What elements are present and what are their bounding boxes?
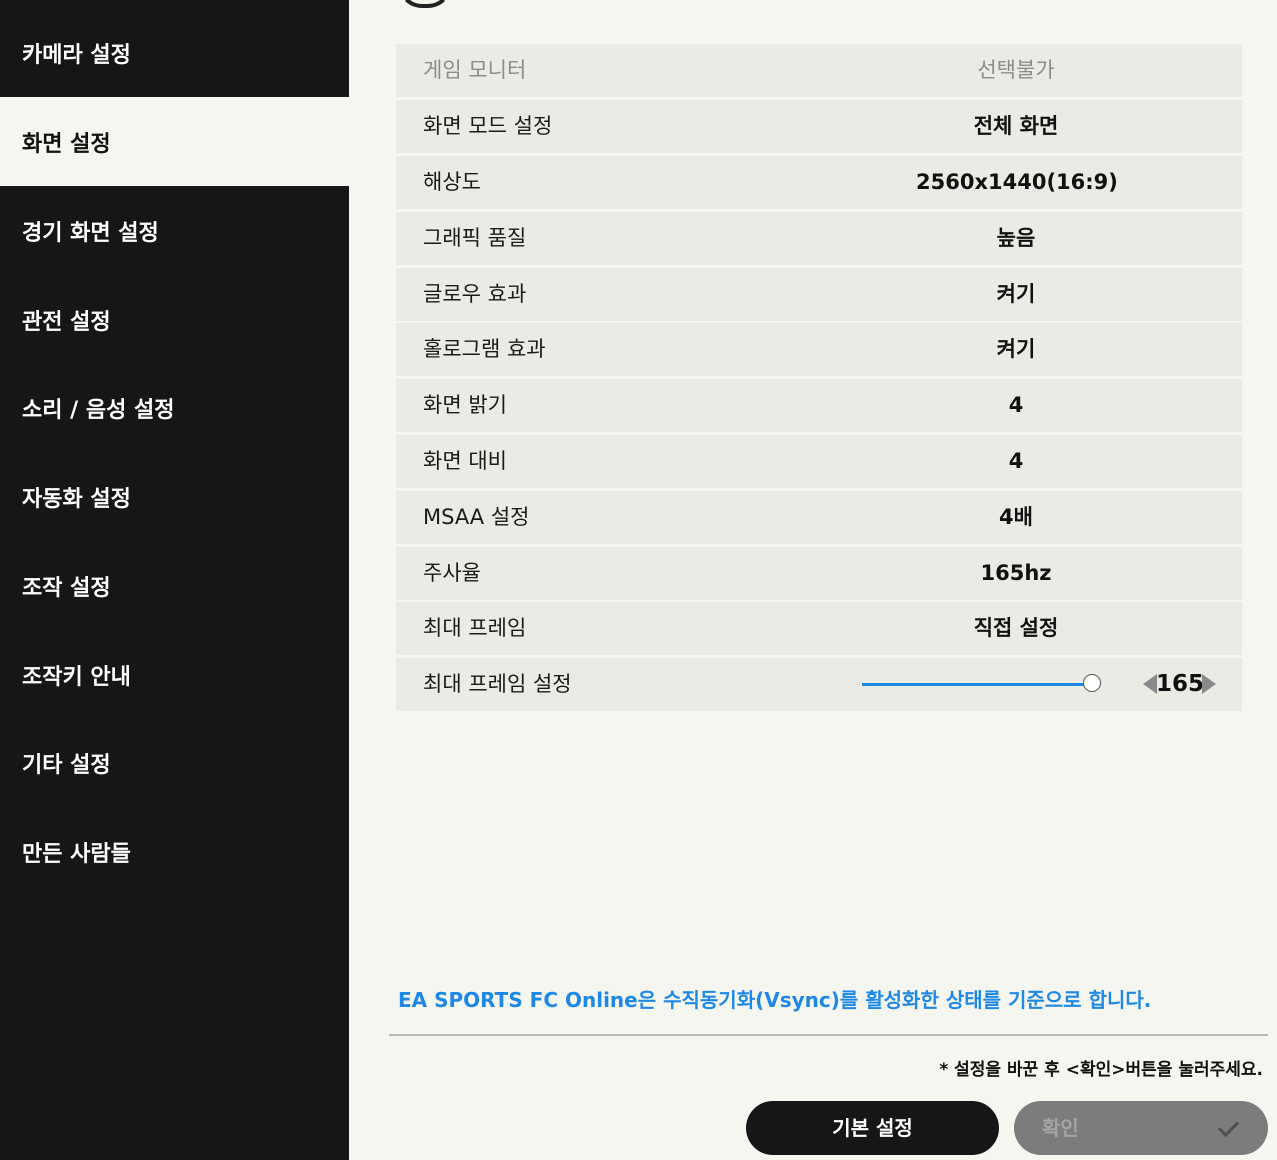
sidebar-item-controls[interactable]: 조작 설정 [0, 541, 349, 630]
setting-row-game-monitor: 게임 모니터 선택불가 [396, 44, 1242, 97]
setting-label: 게임 모니터 [423, 58, 527, 82]
increase-arrow-icon[interactable] [1202, 674, 1216, 694]
setting-row-msaa: MSAA 설정 4배 [396, 491, 1242, 544]
setting-value-select[interactable]: 4 [916, 379, 1116, 432]
sidebar-item-spectate[interactable]: 관전 설정 [0, 275, 349, 364]
frame-slider-thumb[interactable] [1083, 674, 1101, 692]
setting-row-glow: 글로우 효과 켜기 [396, 268, 1242, 321]
setting-label: 해상도 [423, 170, 481, 194]
sidebar-item-label: 카메라 설정 [22, 42, 131, 68]
sidebar-item-automation[interactable]: 자동화 설정 [0, 452, 349, 541]
confirm-button[interactable]: 확인 [1014, 1101, 1268, 1155]
vsync-note: EA SPORTS FC Online은 수직동기화(Vsync)를 활성화한 … [398, 988, 1152, 1012]
sidebar-item-label: 조작키 안내 [22, 664, 131, 690]
confirm-hint: * 설정을 바꾼 후 <확인>버튼을 눌러주세요. [939, 1060, 1263, 1080]
frame-slider-track[interactable] [862, 683, 1092, 686]
setting-value-select[interactable]: 켜기 [916, 268, 1116, 321]
setting-label: 최대 프레임 [423, 616, 527, 640]
setting-row-refresh-rate: 주사율 165hz [396, 547, 1242, 600]
setting-label: MSAA 설정 [423, 505, 530, 529]
sidebar-item-sound[interactable]: 소리 / 음성 설정 [0, 363, 349, 452]
setting-label: 화면 밝기 [423, 393, 507, 417]
setting-value-select[interactable]: 직접 설정 [916, 602, 1116, 655]
setting-label: 홀로그램 효과 [423, 337, 546, 361]
sidebar-item-label: 관전 설정 [22, 309, 111, 335]
setting-label: 화면 모드 설정 [423, 114, 553, 138]
setting-value-select[interactable]: 높음 [916, 212, 1116, 265]
default-settings-label: 기본 설정 [832, 1116, 913, 1140]
sidebar-item-match-display[interactable]: 경기 화면 설정 [0, 186, 349, 275]
sidebar-item-credits[interactable]: 만든 사람들 [0, 807, 349, 896]
sidebar-item-label: 기타 설정 [22, 752, 111, 778]
setting-value-select[interactable]: 4배 [916, 491, 1116, 544]
setting-row-brightness: 화면 밝기 4 [396, 379, 1242, 432]
default-settings-button[interactable]: 기본 설정 [746, 1101, 999, 1155]
setting-value-select[interactable]: 2560x1440(16:9) [916, 156, 1118, 209]
setting-label: 화면 대비 [423, 449, 507, 473]
frame-slider-value: 165 [1156, 671, 1205, 697]
sidebar-item-label: 경기 화면 설정 [22, 220, 159, 246]
setting-row-max-frame-setting: 최대 프레임 설정 165 [396, 658, 1242, 711]
setting-row-graphics-quality: 그래픽 품질 높음 [396, 212, 1242, 265]
sidebar-item-label: 화면 설정 [22, 131, 111, 157]
decrease-arrow-icon[interactable] [1143, 674, 1157, 694]
setting-row-resolution: 해상도 2560x1440(16:9) [396, 156, 1242, 209]
confirm-label: 확인 [1042, 1116, 1079, 1140]
sidebar-item-camera[interactable]: 카메라 설정 [0, 8, 349, 97]
setting-value-select[interactable]: 4 [916, 435, 1116, 488]
sidebar-item-other[interactable]: 기타 설정 [0, 718, 349, 807]
partial-icon [398, 0, 452, 8]
setting-label: 글로우 효과 [423, 282, 527, 306]
setting-row-hologram: 홀로그램 효과 켜기 [396, 323, 1242, 376]
sidebar-item-label: 조작 설정 [22, 575, 111, 601]
setting-row-contrast: 화면 대비 4 [396, 435, 1242, 488]
setting-row-max-frame: 최대 프레임 직접 설정 [396, 602, 1242, 655]
setting-row-screen-mode: 화면 모드 설정 전체 화면 [396, 100, 1242, 153]
sidebar-item-label: 소리 / 음성 설정 [22, 397, 175, 423]
divider [389, 1034, 1268, 1036]
check-icon [1217, 1115, 1240, 1138]
sidebar: 카메라 설정 화면 설정 경기 화면 설정 관전 설정 소리 / 음성 설정 자… [0, 0, 349, 1160]
sidebar-item-display[interactable]: 화면 설정 [0, 97, 349, 186]
sidebar-item-label: 자동화 설정 [22, 486, 131, 512]
sidebar-item-label: 만든 사람들 [22, 841, 131, 867]
setting-value: 선택불가 [977, 58, 1055, 82]
setting-label: 최대 프레임 설정 [423, 672, 572, 696]
setting-label: 주사율 [423, 561, 481, 585]
setting-value-select[interactable]: 전체 화면 [916, 100, 1116, 153]
setting-value-select[interactable]: 165hz [916, 547, 1116, 600]
setting-value-select[interactable]: 켜기 [916, 323, 1116, 376]
setting-label: 그래픽 품질 [423, 226, 527, 250]
sidebar-item-key-guide[interactable]: 조작키 안내 [0, 630, 349, 719]
